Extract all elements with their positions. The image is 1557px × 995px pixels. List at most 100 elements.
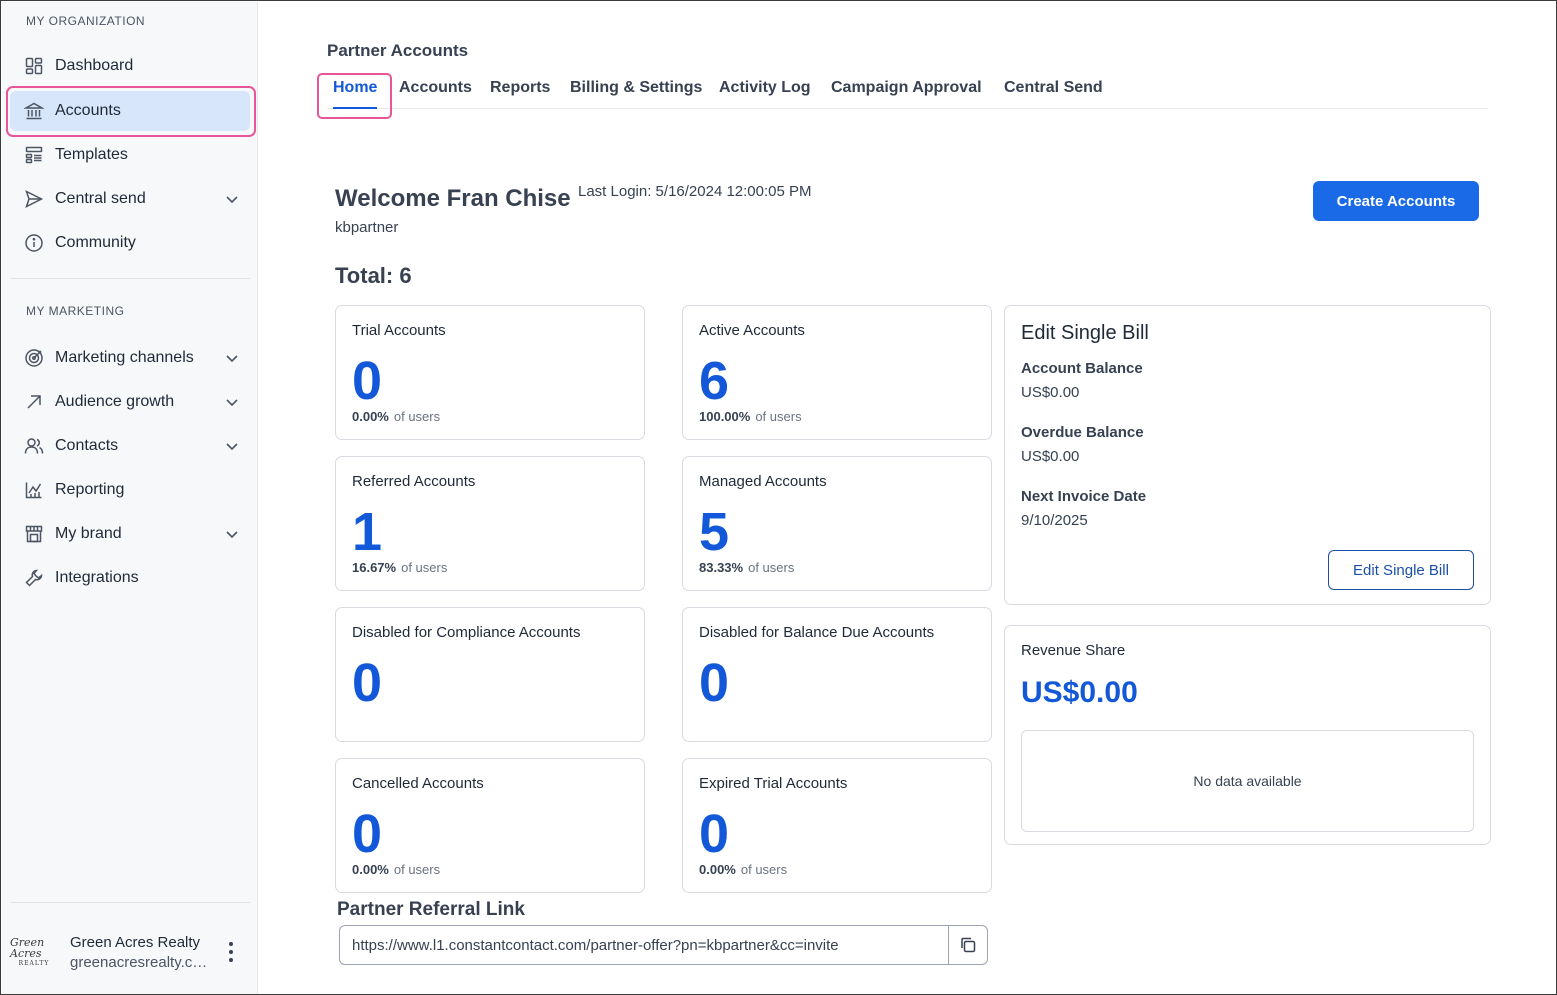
sidebar-divider (10, 278, 250, 279)
sidebar: MY ORGANIZATION Dashboard Accounts Templ… (2, 2, 258, 994)
sidebar-item-label: Dashboard (55, 57, 134, 74)
wrench-icon (24, 568, 44, 588)
info-icon (24, 233, 44, 253)
overdue-balance-value: US$0.00 (1021, 448, 1080, 465)
total-count: Total: 6 (335, 263, 412, 288)
account-switcher[interactable]: Green Acres REALTY Green Acres Realty gr… (10, 924, 250, 980)
stat-value: 0 (352, 804, 383, 864)
welcome-heading: Welcome Fran Chise (335, 185, 571, 212)
send-icon (24, 189, 44, 209)
stat-card-trial: Trial Accounts 0 0.00% of users (335, 305, 645, 440)
stat-card-disabled-compliance: Disabled for Compliance Accounts 0 (335, 607, 645, 742)
dashboard-icon (24, 56, 44, 76)
billing-panel: Edit Single Bill Account Balance US$0.00… (1004, 305, 1491, 605)
chevron-down-icon[interactable] (224, 526, 240, 542)
section-title-marketing: MY MARKETING (26, 304, 125, 318)
sidebar-item-label: Templates (55, 146, 128, 163)
referral-link-input[interactable] (340, 926, 948, 964)
page-title: Partner Accounts (327, 41, 469, 60)
sidebar-item-central-send[interactable]: Central send (10, 179, 250, 219)
edit-single-bill-button[interactable]: Edit Single Bill (1328, 550, 1474, 590)
stat-value: 0 (699, 804, 730, 864)
tab-home[interactable]: Home (333, 79, 378, 109)
sidebar-item-my-brand[interactable]: My brand (10, 514, 250, 554)
billing-title: Edit Single Bill (1021, 322, 1149, 344)
stat-percent: 100.00% of users (699, 409, 802, 424)
tab-central-send[interactable]: Central Send (1004, 79, 1103, 109)
revenue-title: Revenue Share (1021, 642, 1126, 659)
stat-card-active: Active Accounts 6 100.00% of users (682, 305, 992, 440)
stat-card-expired-trial: Expired Trial Accounts 0 0.00% of users (682, 758, 992, 893)
brand-logo: Green Acres REALTY (10, 936, 50, 967)
empty-state: No data available (1021, 730, 1474, 832)
stat-percent: 16.67% of users (352, 560, 448, 575)
stat-percent: 0.00% of users (352, 409, 441, 424)
stat-value: 5 (699, 502, 730, 562)
sidebar-item-label: My brand (55, 525, 122, 542)
more-options-icon[interactable] (228, 942, 234, 962)
tab-billing-settings[interactable]: Billing & Settings (570, 79, 702, 109)
sidebar-item-label: Accounts (55, 102, 121, 119)
sidebar-item-label: Audience growth (55, 393, 175, 410)
stat-percent: 0.00% of users (699, 862, 788, 877)
people-icon (24, 436, 44, 456)
stat-card-cancelled: Cancelled Accounts 0 0.00% of users (335, 758, 645, 893)
app-window: MY ORGANIZATION Dashboard Accounts Templ… (0, 0, 1557, 995)
sidebar-item-label: Community (55, 234, 136, 251)
sidebar-item-integrations[interactable]: Integrations (10, 558, 250, 598)
chevron-down-icon[interactable] (224, 350, 240, 366)
stat-value: 0 (352, 653, 383, 713)
target-icon (24, 348, 44, 368)
chevron-down-icon[interactable] (224, 191, 240, 207)
section-title-organization: MY ORGANIZATION (26, 14, 146, 28)
sidebar-item-label: Reporting (55, 481, 125, 498)
stat-value: 0 (699, 653, 730, 713)
sidebar-item-reporting[interactable]: Reporting (10, 470, 250, 510)
sidebar-item-label: Contacts (55, 437, 119, 454)
tab-activity-log[interactable]: Activity Log (719, 79, 811, 109)
sidebar-item-audience-growth[interactable]: Audience growth (10, 382, 250, 422)
copy-button[interactable] (948, 926, 987, 964)
arrow-up-right-icon (24, 392, 44, 412)
sidebar-item-contacts[interactable]: Contacts (10, 426, 250, 466)
chevron-down-icon[interactable] (224, 394, 240, 410)
revenue-value: US$0.00 (1021, 676, 1138, 709)
account-balance-value: US$0.00 (1021, 384, 1080, 401)
referral-title: Partner Referral Link (337, 899, 525, 920)
tab-reports[interactable]: Reports (490, 79, 550, 109)
referral-link-field (339, 925, 988, 965)
copy-icon (961, 937, 976, 953)
stat-value: 0 (352, 351, 383, 411)
account-name: Green Acres Realty (70, 933, 201, 951)
revenue-panel: Revenue Share US$0.00 No data available (1004, 625, 1491, 845)
chart-icon (24, 480, 44, 500)
tab-accounts[interactable]: Accounts (399, 79, 472, 109)
sidebar-item-label: Integrations (55, 569, 139, 586)
sidebar-item-marketing-channels[interactable]: Marketing channels (10, 338, 250, 378)
overdue-balance-label: Overdue Balance (1021, 424, 1144, 441)
sidebar-item-label: Marketing channels (55, 349, 194, 366)
store-icon (24, 524, 44, 544)
chevron-down-icon[interactable] (224, 438, 240, 454)
stat-percent: 83.33% of users (699, 560, 795, 575)
sidebar-item-accounts[interactable]: Accounts (10, 91, 250, 131)
stat-card-referred: Referred Accounts 1 16.67% of users (335, 456, 645, 591)
username: kbpartner (335, 219, 399, 236)
account-balance-label: Account Balance (1021, 360, 1143, 377)
bank-icon (24, 101, 44, 121)
next-invoice-value: 9/10/2025 (1021, 512, 1088, 529)
tab-bar: Home Accounts Reports Billing & Settings… (327, 79, 1487, 109)
stat-card-managed: Managed Accounts 5 83.33% of users (682, 456, 992, 591)
last-login: Last Login: 5/16/2024 12:00:05 PM (578, 183, 812, 200)
sidebar-item-community[interactable]: Community (10, 223, 250, 263)
templates-icon (24, 145, 44, 165)
create-accounts-button[interactable]: Create Accounts (1313, 181, 1479, 221)
sidebar-item-templates[interactable]: Templates (10, 135, 250, 175)
account-info: Green Acres Realty greenacresrealty.com (70, 934, 210, 971)
next-invoice-label: Next Invoice Date (1021, 488, 1147, 505)
sidebar-item-label: Central send (55, 190, 146, 207)
account-email: greenacresrealty.com (70, 953, 210, 971)
tab-campaign-approval[interactable]: Campaign Approval (831, 79, 982, 109)
stat-percent: 0.00% of users (352, 862, 441, 877)
sidebar-item-dashboard[interactable]: Dashboard (10, 46, 250, 86)
